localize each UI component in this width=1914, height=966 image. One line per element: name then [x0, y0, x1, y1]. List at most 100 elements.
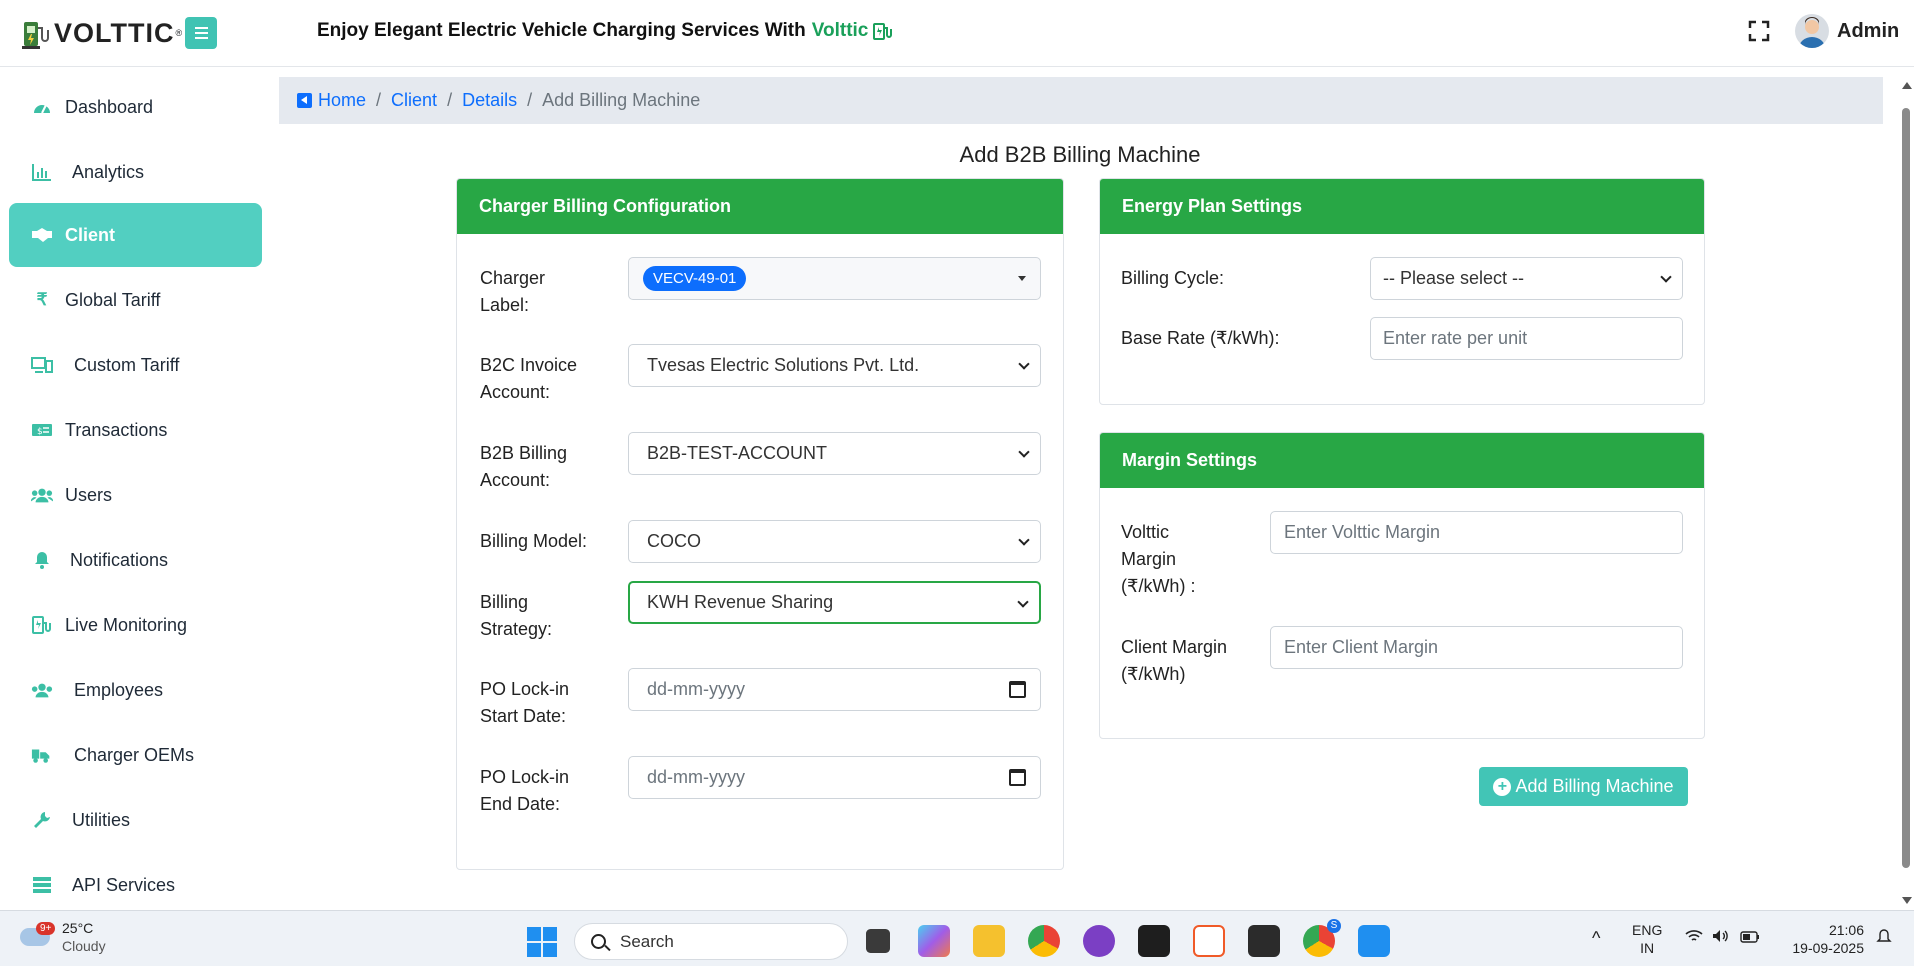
po-start-date-input[interactable]: dd-mm-yyyy — [628, 668, 1041, 711]
wrench-icon — [31, 810, 53, 830]
sidebar-item-live-monitoring[interactable]: Live Monitoring — [9, 593, 262, 657]
chevron-up-icon[interactable]: ^ — [1592, 929, 1600, 947]
chevron-down-icon — [1018, 446, 1030, 458]
volume-icon[interactable] — [1712, 929, 1730, 947]
po-end-label: PO Lock-in End Date: — [480, 767, 570, 814]
sidebar-item-utilities[interactable]: Utilities — [9, 788, 262, 852]
client-margin-placeholder: Enter Client Margin — [1284, 637, 1439, 657]
clock-time: 21:06 — [1828, 922, 1864, 938]
charger-label-select[interactable]: VECV-49-01 — [628, 257, 1041, 300]
chevron-down-icon — [1017, 596, 1029, 608]
billing-strategy-value: KWH Revenue Sharing — [647, 592, 834, 612]
language-indicator[interactable]: ENG IN — [1632, 921, 1662, 957]
sidebar-item-notifications[interactable]: Notifications — [9, 528, 262, 592]
notification-bell-icon[interactable] — [1876, 929, 1892, 949]
po-start-label: PO Lock-in Start Date: — [480, 679, 570, 726]
chrome-profile-icon[interactable]: S — [1303, 919, 1341, 957]
sidebar-item-label: Client — [65, 224, 116, 245]
registered-mark: ® — [175, 28, 183, 38]
sidebar-item-employees[interactable]: Employees — [9, 658, 262, 722]
sidebar-item-dashboard[interactable]: Dashboard — [9, 75, 262, 139]
terminal-icon[interactable] — [1248, 925, 1280, 957]
volttic-margin-input[interactable]: Enter Volttic Margin — [1270, 511, 1683, 554]
billing-strategy-select[interactable]: KWH Revenue Sharing — [628, 581, 1041, 624]
vscode-icon[interactable] — [1358, 925, 1390, 957]
po-end-date-input[interactable]: dd-mm-yyyy — [628, 756, 1041, 799]
page-scrollbar[interactable] — [1898, 70, 1914, 910]
start-button[interactable] — [527, 927, 557, 957]
svg-text:$: $ — [37, 427, 43, 437]
billing-cycle-value: -- Please select -- — [1383, 268, 1525, 288]
rupee-icon: ₹ — [36, 290, 48, 309]
chrome-icon[interactable] — [1028, 925, 1060, 957]
command-prompt-icon[interactable] — [1138, 925, 1170, 957]
sidebar-item-charger-oems[interactable]: Charger OEMs — [9, 723, 262, 787]
charger-billing-card: Charger Billing Configuration Charger La… — [456, 178, 1064, 870]
b2b-account-select[interactable]: B2B-TEST-ACCOUNT — [628, 432, 1041, 475]
ev-charger-icon — [31, 615, 53, 635]
billing-cycle-select[interactable]: -- Please select -- — [1370, 257, 1683, 300]
sidebar-item-custom-tariff[interactable]: Custom Tariff — [9, 333, 262, 397]
b2c-account-select[interactable]: Tvesas Electric Solutions Pvt. Ltd. — [628, 344, 1041, 387]
sidebar-item-transactions[interactable]: $ Transactions — [9, 398, 262, 462]
base-rate-placeholder: Enter rate per unit — [1383, 328, 1528, 348]
users-icon — [31, 485, 53, 505]
weather-widget[interactable]: 9+ 25°C Cloudy — [20, 919, 106, 955]
calendar-icon[interactable] — [1009, 681, 1026, 698]
employees-icon — [31, 680, 53, 700]
billing-model-value: COCO — [647, 531, 701, 551]
sidebar-item-client[interactable]: Client — [9, 203, 262, 267]
back-icon[interactable] — [297, 93, 312, 108]
user-menu[interactable]: Admin — [1795, 14, 1899, 48]
battery-icon[interactable] — [1740, 929, 1760, 947]
github-desktop-icon[interactable] — [1083, 925, 1115, 957]
clock-date: 19-09-2025 — [1792, 940, 1864, 956]
postman-icon[interactable] — [1193, 925, 1225, 957]
tagline-brand: Volttic — [811, 20, 869, 41]
scroll-thumb[interactable] — [1902, 108, 1910, 868]
sidebar-item-api-services[interactable]: API Services — [9, 853, 262, 917]
ev-station-icon — [873, 23, 893, 40]
breadcrumb: Home / Client / Details / Add Billing Ma… — [279, 77, 1883, 124]
breadcrumb-current: Add Billing Machine — [542, 90, 701, 110]
breadcrumb-home[interactable]: Home — [318, 90, 366, 111]
header-tagline: Enjoy Elegant Electric Vehicle Charging … — [317, 20, 894, 42]
client-margin-input[interactable]: Enter Client Margin — [1270, 626, 1683, 669]
logo-text: VOLTTIC — [54, 17, 175, 48]
billing-model-select[interactable]: COCO — [628, 520, 1041, 563]
wifi-icon[interactable] — [1685, 929, 1703, 947]
menu-toggle-button[interactable] — [185, 17, 217, 49]
breadcrumb-details[interactable]: Details — [462, 90, 517, 111]
card-title: Energy Plan Settings — [1100, 179, 1704, 234]
volttic-margin-label: Volttic Margin (₹/kWh) : — [1121, 522, 1196, 596]
calendar-icon[interactable] — [1009, 769, 1026, 786]
margin-settings-card: Margin Settings Volttic Margin (₹/kWh) :… — [1099, 432, 1705, 739]
volttic-logo[interactable]: VOLTTIC ® — [20, 16, 182, 50]
b2b-account-label: B2B Billing Account: — [480, 443, 568, 490]
tagline-text: Enjoy Elegant Electric Vehicle Charging … — [317, 20, 806, 41]
fullscreen-icon[interactable] — [1748, 20, 1770, 42]
chevron-down-icon — [1660, 271, 1672, 283]
add-billing-machine-button[interactable]: + Add Billing Machine — [1479, 767, 1688, 806]
taskbar-search-label: Search — [620, 931, 674, 951]
copilot-icon[interactable] — [918, 925, 950, 957]
breadcrumb-client[interactable]: Client — [391, 90, 437, 111]
scroll-down-icon[interactable] — [1902, 897, 1912, 904]
scroll-up-icon[interactable] — [1902, 82, 1912, 89]
base-rate-input[interactable]: Enter rate per unit — [1370, 317, 1683, 360]
custom-tariff-icon — [31, 355, 53, 375]
sidebar-item-label: Employees — [74, 679, 164, 700]
sidebar-item-global-tariff[interactable]: ₹ Global Tariff — [9, 268, 262, 332]
sidebar-item-label: Charger OEMs — [74, 744, 195, 765]
file-explorer-icon[interactable] — [973, 925, 1005, 957]
profile-badge: S — [1327, 919, 1341, 933]
client-margin-label: Client Margin (₹/kWh) — [1121, 637, 1228, 684]
task-view-icon[interactable] — [866, 929, 890, 953]
sidebar-item-label: Live Monitoring — [65, 614, 188, 635]
windows-taskbar: 9+ 25°C Cloudy Search S ^ ENG IN 21:06 1… — [0, 910, 1914, 966]
sidebar-item-users[interactable]: Users — [9, 463, 262, 527]
taskbar-search[interactable]: Search — [574, 923, 848, 960]
chevron-down-icon — [1018, 358, 1030, 370]
clock[interactable]: 21:06 19-09-2025 — [1784, 921, 1864, 957]
charger-chip[interactable]: VECV-49-01 — [643, 266, 747, 291]
